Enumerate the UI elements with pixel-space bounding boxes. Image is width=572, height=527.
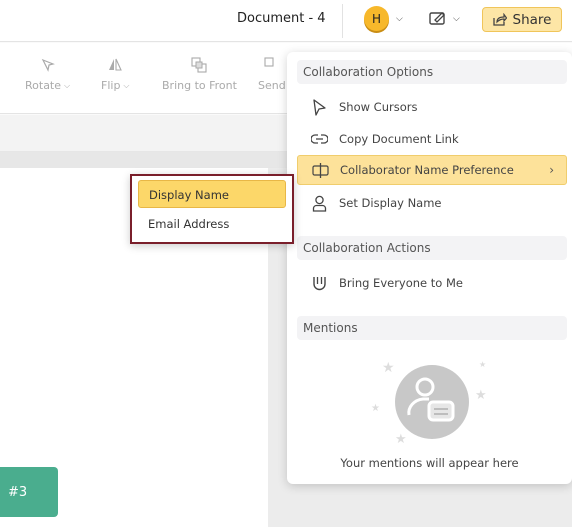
- show-cursors-label: Show Cursors: [339, 100, 418, 114]
- user-avatar[interactable]: H: [364, 6, 389, 31]
- top-header: Document - 4 H ⌵ ⌵ Share: [0, 0, 572, 42]
- set-display-name-item[interactable]: Set Display Name: [297, 188, 567, 218]
- chevron-right-icon: ›: [549, 163, 554, 177]
- svg-text:★: ★: [382, 360, 395, 376]
- send-backward-icon: [264, 57, 274, 67]
- email-address-option[interactable]: Email Address: [138, 210, 286, 238]
- flip-icon: [109, 58, 123, 71]
- shape-card[interactable]: #3: [0, 467, 58, 517]
- collaboration-options-heading: Collaboration Options: [297, 60, 567, 84]
- document-title[interactable]: Document - 4: [237, 11, 326, 26]
- shape-card-label: #3: [8, 484, 28, 500]
- copy-document-link-label: Copy Document Link: [339, 132, 459, 146]
- cursor-icon: [311, 98, 328, 116]
- display-name-option[interactable]: Display Name: [138, 180, 286, 208]
- flip-tool[interactable]: Flip ⌵: [101, 57, 130, 92]
- rotate-label: Rotate: [25, 79, 62, 92]
- header-divider: [342, 4, 343, 38]
- collaboration-menu: Collaboration Options Show Cursors Copy …: [287, 52, 572, 484]
- share-button[interactable]: Share: [482, 7, 562, 32]
- svg-text:★: ★: [371, 403, 380, 414]
- edit-mode-icon[interactable]: [429, 10, 447, 26]
- magnet-icon: [311, 275, 328, 292]
- collaborator-name-preference-label: Collaborator Name Preference: [340, 163, 514, 177]
- ruler: [0, 152, 290, 168]
- mentions-empty-text: Your mentions will appear here: [340, 456, 519, 470]
- svg-text:★: ★: [395, 432, 407, 447]
- set-display-name-label: Set Display Name: [339, 196, 442, 210]
- svg-text:★: ★: [475, 388, 487, 403]
- collaborator-name-preference-item[interactable]: Collaborator Name Preference ›: [297, 155, 567, 185]
- flip-label: Flip: [101, 79, 121, 92]
- collaboration-actions-heading: Collaboration Actions: [297, 236, 567, 260]
- share-label: Share: [512, 11, 552, 28]
- bring-everyone-to-me-item[interactable]: Bring Everyone to Me: [297, 268, 567, 298]
- avatar-chevron-down-icon[interactable]: ⌵: [396, 14, 403, 24]
- show-cursors-item[interactable]: Show Cursors: [297, 92, 567, 122]
- mentions-heading: Mentions: [297, 316, 567, 340]
- link-icon: [311, 131, 328, 148]
- chevron-down-icon: ⌵: [123, 80, 130, 90]
- svg-text:★: ★: [479, 360, 486, 369]
- send-label: Send: [258, 79, 286, 92]
- edit-mode-chevron-down-icon[interactable]: ⌵: [453, 14, 460, 24]
- share-icon: [492, 13, 507, 26]
- user-icon: [311, 195, 328, 212]
- bring-to-front-icon: [191, 57, 208, 73]
- chevron-down-icon: ⌵: [64, 80, 71, 90]
- bring-to-front-label: Bring to Front: [162, 79, 237, 92]
- name-preference-submenu: Display Name Email Address: [130, 174, 294, 244]
- send-backward-tool[interactable]: Send: [258, 57, 286, 92]
- copy-document-link-item[interactable]: Copy Document Link: [297, 124, 567, 154]
- mentions-empty-illustration: ★ ★ ★ ★ ★: [371, 360, 487, 447]
- name-preference-icon: [312, 162, 329, 179]
- rotate-icon: [41, 58, 55, 72]
- bring-to-front-tool[interactable]: Bring to Front: [162, 57, 237, 92]
- bring-everyone-to-me-label: Bring Everyone to Me: [339, 276, 463, 290]
- rotate-tool[interactable]: Rotate ⌵: [25, 57, 70, 92]
